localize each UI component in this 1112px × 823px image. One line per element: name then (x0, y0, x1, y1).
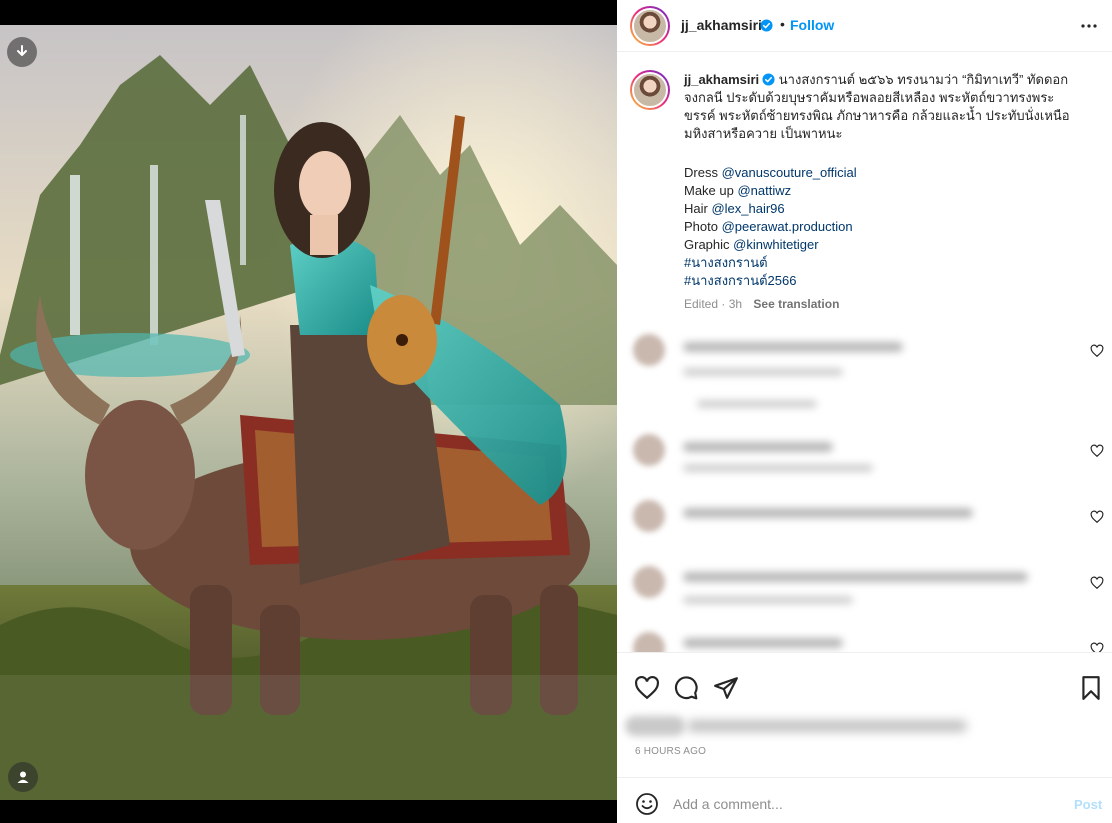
blurred-comment-text (683, 442, 833, 452)
blurred-liker-avatars (625, 716, 685, 736)
avatar[interactable] (633, 566, 665, 598)
caption-avatar[interactable] (630, 70, 670, 110)
blurred-replies-toggle[interactable] (697, 400, 817, 408)
media-top-bar (0, 0, 617, 25)
credit-label: Graphic (684, 237, 734, 252)
blurred-comment-meta (683, 596, 853, 604)
heart-icon[interactable] (634, 675, 660, 701)
blurred-comment-text (683, 342, 903, 352)
verified-badge-icon (762, 73, 775, 86)
hashtag-link[interactable]: #นางสงกรานต์2566 (684, 273, 796, 288)
heart-icon[interactable] (1090, 642, 1104, 652)
share-icon[interactable] (713, 675, 739, 701)
mention-link[interactable]: @peerawat.production (722, 219, 853, 234)
separator-dot: • (780, 16, 785, 32)
avatar[interactable] (633, 632, 665, 652)
avatar[interactable] (633, 434, 665, 466)
blurred-comment-text (683, 638, 843, 648)
avatar[interactable] (633, 334, 665, 366)
edited-time: Edited · 3h (684, 297, 743, 311)
comments-list[interactable] (617, 316, 1112, 652)
avatar[interactable] (633, 500, 665, 532)
media-bottom-bar (0, 800, 617, 823)
see-translation-button[interactable]: See translation (753, 297, 839, 311)
post-comment-button[interactable]: Post (1074, 797, 1102, 812)
post-actions (617, 652, 1112, 712)
credit-label: Hair (684, 201, 712, 216)
blurred-comment-meta (683, 368, 843, 376)
caption-line: มหิงสาหรือควาย เป็นพาหนะ (684, 126, 843, 141)
post-media[interactable] (0, 0, 617, 823)
post-details-panel: jj_akhamsiri • Follow jj_akhamsiri นางสง… (617, 0, 1112, 823)
caption-username[interactable]: jj_akhamsiri (684, 72, 759, 87)
heart-icon[interactable] (1090, 444, 1104, 458)
mention-link[interactable]: @vanuscouture_official (722, 165, 857, 180)
mention-link[interactable]: @kinwhitetiger (733, 237, 818, 252)
caption-text: jj_akhamsiri นางสงกรานต์ ๒๕๖๖ ทรงนามว่า … (684, 71, 1084, 143)
likes-row[interactable] (617, 712, 1112, 742)
bookmark-icon[interactable] (1078, 675, 1104, 701)
post-caption: jj_akhamsiri นางสงกรานต์ ๒๕๖๖ ทรงนามว่า … (617, 52, 1112, 316)
caption-credits: Dress @vanuscouture_official Make up @na… (684, 164, 857, 290)
post-image (0, 25, 617, 800)
post-header: jj_akhamsiri • Follow (617, 0, 1112, 52)
comment-input[interactable] (673, 791, 1033, 817)
credit-label: Dress (684, 165, 722, 180)
download-icon (17, 45, 27, 56)
comment-icon[interactable] (673, 675, 699, 701)
tagged-users-button[interactable] (8, 762, 38, 792)
mention-link[interactable]: @lex_hair96 (711, 201, 784, 216)
add-comment-bar: Post (617, 777, 1112, 823)
blurred-comment-meta (683, 464, 873, 472)
verified-badge-icon (760, 19, 773, 32)
blurred-likes-text (687, 720, 967, 732)
heart-icon[interactable] (1090, 576, 1104, 590)
avatar[interactable] (630, 6, 670, 46)
caption-line: ขรรค์ พระหัตถ์ซ้ายทรงพิณ ภักษาหารคือ กล้… (684, 108, 1070, 123)
heart-icon[interactable] (1090, 344, 1104, 358)
heart-icon[interactable] (1090, 510, 1104, 524)
post-timestamp: 6 HOURS AGO (635, 746, 707, 757)
hashtag-link[interactable]: #นางสงกรานต์ (684, 255, 768, 270)
emoji-icon[interactable] (635, 792, 659, 816)
follow-button[interactable]: Follow (790, 17, 834, 33)
mention-link[interactable]: @nattiwz (737, 183, 791, 198)
download-button[interactable] (7, 37, 37, 67)
caption-meta: Edited · 3h See translation (684, 297, 839, 311)
caption-line: นางสงกรานต์ ๒๕๖๖ ทรงนามว่า “กิมิทาเทวี” … (778, 72, 1069, 87)
more-icon[interactable] (1079, 18, 1099, 34)
blurred-comment-text (683, 572, 1028, 582)
caption-line: จงกลนี ประดับด้วยบุษราคัมหรือพลอยสีเหลือ… (684, 90, 1055, 105)
credit-label: Make up (684, 183, 738, 198)
header-username[interactable]: jj_akhamsiri (681, 17, 762, 33)
user-tag-icon (17, 771, 29, 783)
credit-label: Photo (684, 219, 722, 234)
blurred-comment-text (683, 508, 973, 518)
